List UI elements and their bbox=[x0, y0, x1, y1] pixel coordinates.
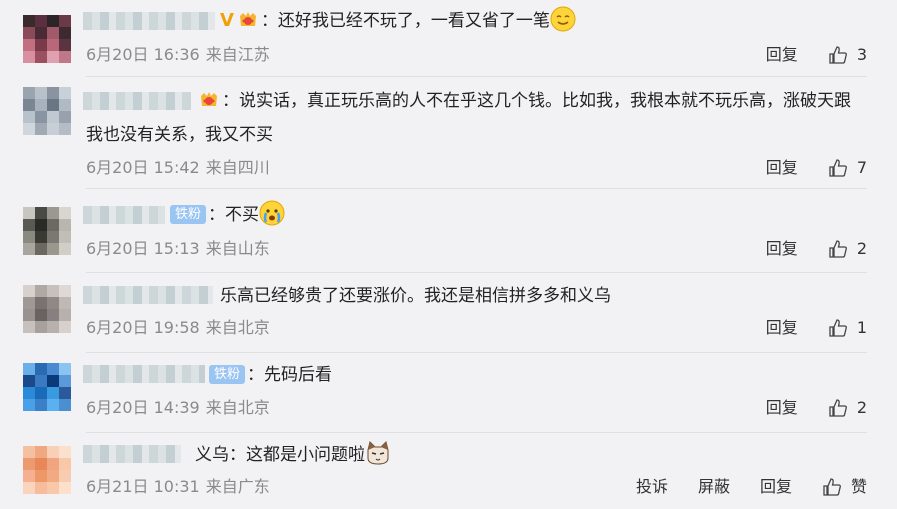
comment-actions: 投诉 屏蔽 回复 赞 bbox=[636, 477, 867, 497]
comment-item: ：说实话，真正玩乐高的人不在乎这几个钱。比如我，我根本就不玩乐高，涨破天跟我也没… bbox=[0, 77, 897, 189]
comment-location: 来自北京 bbox=[205, 318, 270, 337]
like-count: 2 bbox=[856, 398, 867, 417]
comment-meta: 6月20日 16:36 来自江苏 bbox=[86, 45, 270, 65]
comment-date: 6月20日 15:42 bbox=[86, 158, 200, 177]
block-button[interactable]: 屏蔽 bbox=[698, 477, 730, 497]
like-label: 赞 bbox=[850, 477, 867, 496]
reply-button[interactable]: 回复 bbox=[766, 318, 798, 338]
iron-fan-badge: 铁粉 bbox=[209, 365, 246, 384]
comment-item: V ：还好我已经不玩了，一看又省了一笔 6月20日 16:36 来自江苏 回复 3 bbox=[0, 0, 897, 77]
like-button[interactable]: 2 bbox=[828, 239, 867, 259]
report-button[interactable]: 投诉 bbox=[636, 477, 668, 497]
like-count: 7 bbox=[856, 158, 867, 177]
comment-text-line: 铁粉 ：不买 bbox=[168, 198, 857, 232]
crying-emoji-icon bbox=[259, 200, 285, 226]
comment-text-line: 铁粉 ：先码后看 bbox=[207, 358, 857, 392]
avatar[interactable] bbox=[23, 15, 71, 63]
thumbs-up-icon bbox=[823, 478, 841, 496]
comment-date: 6月20日 19:58 bbox=[86, 318, 200, 337]
comment-text: ：不买 bbox=[208, 205, 260, 225]
comment-actions: 回复 3 bbox=[766, 45, 867, 65]
comment-text: 义乌：这都是小问题啦 bbox=[195, 445, 365, 465]
thumbs-up-icon bbox=[829, 319, 847, 337]
comment-text-line: 乐高已经够贵了还要涨价。我还是相信拼多多和义乌 bbox=[220, 279, 857, 313]
comment-actions: 回复 1 bbox=[766, 318, 867, 338]
iron-fan-badge: 铁粉 bbox=[170, 205, 207, 224]
v-badge-icon: V bbox=[220, 10, 234, 31]
like-button[interactable]: 3 bbox=[828, 45, 867, 65]
comment-location: 来自广东 bbox=[205, 477, 270, 496]
comment-item: 铁粉 ：不买 6月20日 15:13 来自山东 回复 2 bbox=[0, 189, 897, 273]
comment-location: 来自北京 bbox=[205, 398, 270, 417]
comment-location: 来自四川 bbox=[205, 158, 270, 177]
username[interactable] bbox=[83, 365, 205, 383]
comment-location: 来自江苏 bbox=[205, 45, 270, 64]
comment-meta: 6月20日 14:39 来自北京 bbox=[86, 398, 270, 418]
avatar[interactable] bbox=[23, 207, 71, 255]
username[interactable] bbox=[83, 12, 215, 30]
comment-date: 6月20日 14:39 bbox=[86, 398, 200, 417]
comment-meta: 6月21日 10:31 来自广东 bbox=[86, 477, 270, 497]
comment-meta: 6月20日 15:13 来自山东 bbox=[86, 239, 270, 259]
like-button[interactable]: 7 bbox=[828, 158, 867, 178]
comment-actions: 回复 2 bbox=[766, 398, 867, 418]
like-count: 2 bbox=[856, 239, 867, 258]
comment-date: 6月20日 15:13 bbox=[86, 239, 200, 258]
username[interactable] bbox=[83, 286, 213, 304]
like-count: 1 bbox=[856, 318, 867, 337]
thumbs-up-icon bbox=[829, 240, 847, 258]
comment-location: 来自山东 bbox=[205, 239, 270, 258]
like-button[interactable]: 1 bbox=[828, 318, 867, 338]
comment-meta: 6月20日 15:42 来自四川 bbox=[86, 158, 270, 178]
comment-actions: 回复 7 bbox=[766, 158, 867, 178]
comment-text: 乐高已经够贵了还要涨价。我还是相信拼多多和义乌 bbox=[220, 286, 611, 306]
comment-text-line: V ：还好我已经不玩了，一看又省了一笔 bbox=[220, 4, 857, 38]
username[interactable] bbox=[83, 206, 165, 224]
reply-button[interactable]: 回复 bbox=[760, 477, 792, 497]
thumbs-up-icon bbox=[829, 46, 847, 64]
comment-meta: 6月20日 19:58 来自北京 bbox=[86, 318, 270, 338]
like-button[interactable]: 赞 bbox=[822, 477, 867, 497]
avatar[interactable] bbox=[23, 285, 71, 333]
reply-button[interactable]: 回复 bbox=[766, 398, 798, 418]
like-button[interactable]: 2 bbox=[828, 398, 867, 418]
comment-item: 乐高已经够贵了还要涨价。我还是相信拼多多和义乌 6月20日 19:58 来自北京 … bbox=[0, 273, 897, 353]
like-count: 3 bbox=[856, 45, 867, 64]
comment-text-line: 义乌：这都是小问题啦 bbox=[195, 438, 857, 472]
reply-button[interactable]: 回复 bbox=[766, 239, 798, 259]
thumbs-up-icon bbox=[829, 159, 847, 177]
comment-date: 6月21日 10:31 bbox=[86, 477, 200, 496]
comment-text: ：先码后看 bbox=[247, 365, 333, 385]
reply-button[interactable]: 回复 bbox=[766, 45, 798, 65]
comment-item: 义乌：这都是小问题啦 6月21日 10:31 来自广东 投诉 屏蔽 回复 赞 bbox=[0, 433, 897, 509]
comment-date: 6月20日 16:36 bbox=[86, 45, 200, 64]
comment-list: V ：还好我已经不玩了，一看又省了一笔 6月20日 16:36 来自江苏 回复 3 … bbox=[0, 0, 897, 509]
fan-badge-icon bbox=[237, 9, 259, 29]
username[interactable] bbox=[83, 445, 181, 463]
comment-text: ：还好我已经不玩了，一看又省了一笔 bbox=[260, 11, 550, 31]
thumbs-up-icon bbox=[829, 399, 847, 417]
comment-text-line: ：说实话，真正玩乐高的人不在乎这几个钱。比如我，我根本就不玩乐高，涨破天跟我也没… bbox=[86, 84, 857, 152]
avatar[interactable] bbox=[23, 87, 71, 135]
avatar[interactable] bbox=[23, 363, 71, 411]
avatar[interactable] bbox=[23, 446, 71, 494]
comment-item: 铁粉 ：先码后看 6月20日 14:39 来自北京 回复 2 bbox=[0, 353, 897, 433]
cat-emoji-icon bbox=[367, 441, 389, 465]
comment-actions: 回复 2 bbox=[766, 239, 867, 259]
reply-button[interactable]: 回复 bbox=[766, 158, 798, 178]
fan-badge-icon bbox=[198, 89, 220, 109]
smile-emoji-icon bbox=[550, 6, 576, 32]
